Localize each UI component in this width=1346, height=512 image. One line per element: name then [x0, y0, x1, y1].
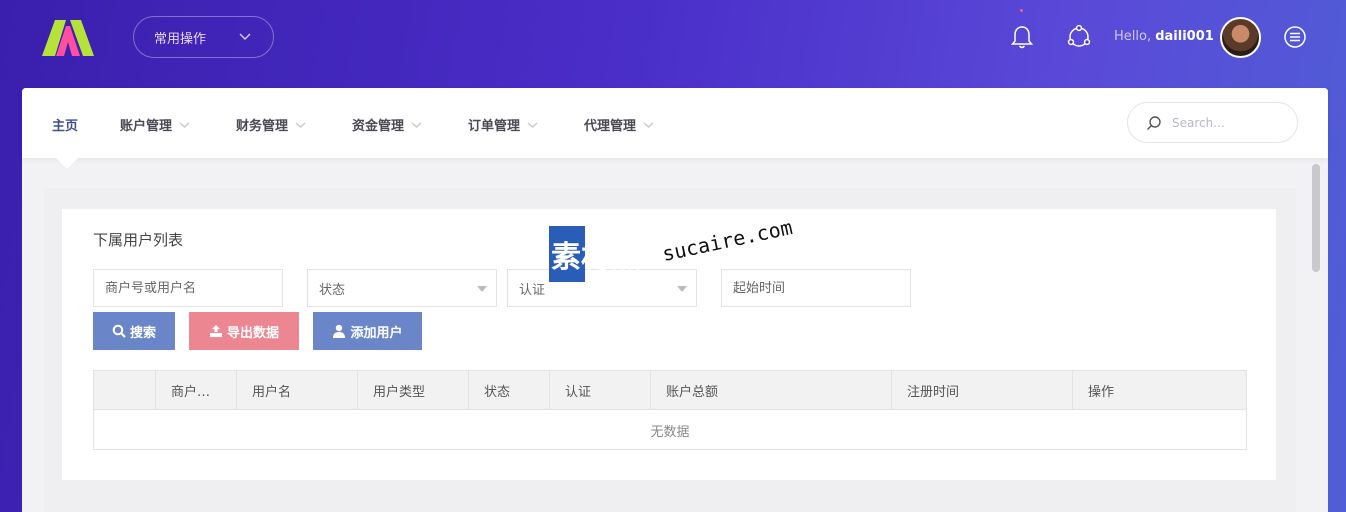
table-header-cell[interactable]: [94, 371, 155, 410]
watermark: 素材熱 sucaire.com: [549, 215, 799, 296]
chevron-down-icon: [295, 122, 306, 128]
quick-operations-dropdown[interactable]: 常用操作: [133, 16, 274, 58]
main-nav: 主页 账户管理 财务管理 资金管理 订单管理 代理管理: [22, 88, 1328, 158]
top-bar: 常用操作 Hello, daili001: [0, 0, 1346, 88]
user-icon: [333, 324, 346, 338]
nav-item-home[interactable]: 主页: [52, 115, 78, 134]
user-greeting: Hello, daili001: [1114, 29, 1214, 44]
search-icon: [112, 324, 126, 338]
table-header-cell[interactable]: 账户总额: [650, 371, 891, 410]
table-header-cell[interactable]: 认证: [549, 371, 650, 410]
nav-item-finance[interactable]: 财务管理: [236, 115, 306, 134]
nav-item-orders[interactable]: 订单管理: [468, 115, 538, 134]
user-table: 商户… 用户名 用户类型 状态 认证 账户总额 注册时间 操作 无数据: [93, 370, 1247, 450]
search-icon: [1147, 115, 1161, 130]
table-header-cell[interactable]: 注册时间: [891, 371, 1072, 410]
network-icon[interactable]: [1066, 24, 1092, 50]
greeting-prefix: Hello,: [1114, 29, 1156, 44]
export-icon: [209, 325, 222, 337]
export-button-label: 导出数据: [226, 325, 279, 341]
chevron-down-icon: [179, 122, 190, 128]
bell-icon[interactable]: [1009, 24, 1035, 50]
table-header: 商户… 用户名 用户类型 状态 认证 账户总额 注册时间 操作: [94, 371, 1246, 410]
avatar[interactable]: [1220, 17, 1261, 58]
nav-item-funds[interactable]: 资金管理: [352, 115, 422, 134]
search-input[interactable]: [1172, 115, 1282, 130]
merchant-field[interactable]: [105, 280, 282, 296]
table-header-cell[interactable]: 操作: [1072, 371, 1246, 410]
nav-search[interactable]: [1127, 102, 1298, 143]
quick-operations-label: 常用操作: [154, 31, 207, 47]
search-button-label: 搜索: [129, 325, 156, 341]
card-title: 下属用户列表: [93, 231, 184, 249]
table-header-cell[interactable]: 状态: [468, 371, 549, 410]
app-logo[interactable]: [42, 20, 94, 56]
status-select[interactable]: 状态: [307, 269, 497, 307]
nav-item-label: 代理管理: [584, 119, 637, 134]
menu-icon[interactable]: [1282, 24, 1308, 50]
username: daili001: [1155, 29, 1214, 44]
caret-down-icon: [477, 286, 487, 292]
nav-item-label: 资金管理: [352, 119, 405, 134]
chevron-down-icon: [411, 122, 422, 128]
notification-dot: [1020, 9, 1023, 12]
nav-item-agent[interactable]: 代理管理: [584, 115, 654, 134]
export-button[interactable]: 导出数据: [189, 312, 299, 350]
add-user-button[interactable]: 添加用户: [313, 312, 422, 350]
status-select-value: 状态: [319, 282, 346, 298]
table-header-cell[interactable]: 用户名: [236, 371, 357, 410]
scrollbar[interactable]: [1312, 164, 1320, 272]
add-user-button-label: 添加用户: [350, 325, 403, 341]
nav-item-label: 账户管理: [120, 119, 173, 134]
table-empty-state: 无数据: [650, 425, 690, 440]
chevron-down-icon: [643, 122, 654, 128]
nav-active-indicator: [56, 158, 78, 169]
auth-select-value: 认证: [519, 282, 546, 298]
nav-item-label: 主页: [52, 119, 79, 134]
nav-item-label: 财务管理: [236, 119, 289, 134]
nav-item-account[interactable]: 账户管理: [120, 115, 190, 134]
chevron-down-icon: [527, 122, 538, 128]
table-header-cell[interactable]: 用户类型: [357, 371, 468, 410]
table-header-cell[interactable]: 商户…: [155, 371, 236, 410]
search-button[interactable]: 搜索: [93, 312, 175, 350]
merchant-input[interactable]: [93, 269, 283, 307]
nav-item-label: 订单管理: [468, 119, 521, 134]
chevron-down-icon: [239, 33, 251, 40]
watermark-cjk: 素材熱: [551, 240, 641, 275]
